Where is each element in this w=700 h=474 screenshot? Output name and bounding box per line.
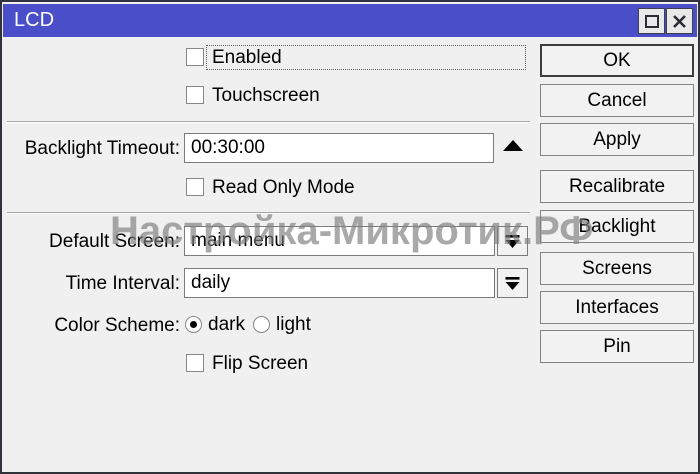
flip-screen-label[interactable]: Flip Screen	[212, 353, 308, 374]
time-interval-dropdown-button[interactable]	[497, 268, 528, 298]
enabled-label[interactable]: Enabled	[212, 47, 282, 68]
screens-button[interactable]: Screens	[540, 252, 694, 285]
read-only-mode-label[interactable]: Read Only Mode	[212, 177, 355, 198]
flip-screen-checkbox[interactable]	[186, 354, 204, 372]
close-icon	[673, 14, 686, 28]
dropdown-arrow-icon	[505, 276, 520, 290]
pin-button[interactable]: Pin	[540, 330, 694, 363]
color-scheme-dark-label[interactable]: dark	[208, 314, 245, 335]
default-screen-input[interactable]	[184, 226, 495, 256]
maximize-button[interactable]	[638, 8, 665, 34]
touchscreen-checkbox[interactable]	[186, 86, 204, 104]
color-scheme-label: Color Scheme:	[54, 315, 180, 336]
close-button[interactable]	[666, 8, 693, 34]
backlight-button[interactable]: Backlight	[540, 210, 694, 243]
default-screen-dropdown-button[interactable]	[497, 226, 528, 256]
backlight-timeout-label: Backlight Timeout:	[24, 138, 180, 159]
separator-2	[7, 212, 530, 213]
separator-1	[7, 121, 530, 122]
spin-up-icon	[503, 140, 523, 151]
recalibrate-button[interactable]: Recalibrate	[540, 170, 694, 203]
apply-button[interactable]: Apply	[540, 123, 694, 156]
cancel-button[interactable]: Cancel	[540, 84, 694, 117]
color-scheme-radio-dark[interactable]	[185, 316, 202, 333]
time-interval-input[interactable]	[184, 268, 495, 298]
titlebar[interactable]: LCD	[3, 4, 697, 37]
time-interval-label: Time Interval:	[65, 273, 180, 294]
ok-button[interactable]: OK	[540, 44, 694, 77]
read-only-mode-checkbox[interactable]	[186, 178, 204, 196]
maximize-icon	[644, 14, 659, 28]
enabled-checkbox[interactable]	[186, 48, 204, 66]
window-title: LCD	[14, 9, 55, 31]
color-scheme-light-label[interactable]: light	[276, 314, 311, 335]
dropdown-arrow-icon	[505, 234, 520, 248]
default-screen-label: Default Screen:	[49, 231, 180, 252]
backlight-timeout-input[interactable]	[184, 133, 494, 163]
touchscreen-label[interactable]: Touchscreen	[212, 85, 320, 106]
spin-up-button[interactable]	[501, 139, 525, 154]
interfaces-button[interactable]: Interfaces	[540, 291, 694, 324]
color-scheme-radio-light[interactable]	[253, 316, 270, 333]
lcd-dialog-window: LCD Enabled Touchscreen Backlight Timeou…	[0, 0, 700, 474]
